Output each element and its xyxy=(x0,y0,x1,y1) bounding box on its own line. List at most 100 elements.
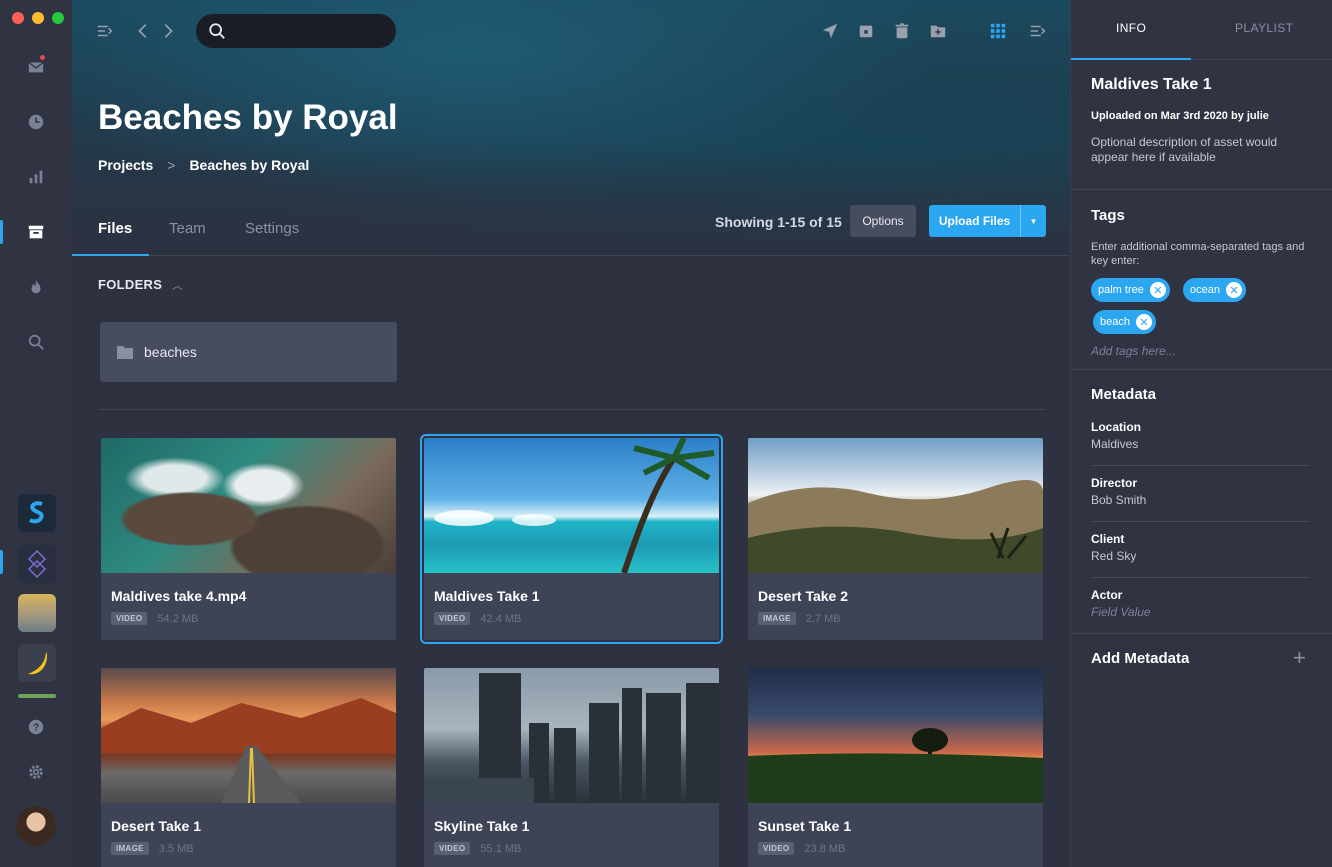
file-type-badge: VIDEO xyxy=(434,612,471,625)
app-tile-s[interactable] xyxy=(18,494,56,532)
tag-chip[interactable]: palm tree ✕ xyxy=(1091,278,1170,302)
file-type-badge: VIDEO xyxy=(758,842,795,855)
help-icon[interactable]: ? xyxy=(26,717,46,737)
file-type-badge: VIDEO xyxy=(434,842,471,855)
app-window: ? Beaches by Royal Projects > Beaches by… xyxy=(0,0,1332,867)
remove-tag-icon[interactable]: ✕ xyxy=(1225,282,1242,298)
panel-divider xyxy=(1071,369,1332,370)
metadata-field[interactable]: Director Bob Smith xyxy=(1091,476,1310,507)
tab-info[interactable]: INFO xyxy=(1116,21,1146,35)
list-panel-icon[interactable] xyxy=(1027,20,1049,42)
file-type-badge: IMAGE xyxy=(758,612,796,625)
file-card[interactable]: Desert Take 2 IMAGE 2.7 MB xyxy=(748,438,1043,640)
upload-files-label: Upload Files xyxy=(938,214,1011,228)
file-name: Maldives Take 1 xyxy=(434,588,540,604)
add-metadata-label[interactable]: Add Metadata xyxy=(1091,650,1189,667)
panel-divider xyxy=(1071,189,1332,190)
close-window-button[interactable] xyxy=(12,12,24,24)
bar-chart-icon[interactable] xyxy=(26,167,46,187)
folder-icon xyxy=(117,346,133,359)
metadata-key: Actor xyxy=(1091,588,1123,602)
search-icon xyxy=(209,23,225,39)
metadata-field[interactable]: Client Red Sky xyxy=(1091,532,1310,563)
app-tile-photo[interactable] xyxy=(18,594,56,632)
panel-tab-underline xyxy=(1071,58,1191,60)
clock-icon[interactable] xyxy=(26,112,46,132)
metadata-divider xyxy=(1091,577,1310,578)
send-icon[interactable] xyxy=(819,20,841,42)
file-name: Desert Take 1 xyxy=(111,818,202,834)
caret-down-icon[interactable]: ▼ xyxy=(1020,205,1046,237)
metadata-divider xyxy=(1091,521,1310,522)
metadata-field[interactable]: Actor Field Value xyxy=(1091,588,1310,619)
file-type-badge: IMAGE xyxy=(111,842,149,855)
upload-files-button[interactable]: Upload Files ▼ xyxy=(929,205,1046,237)
page-title: Beaches by Royal xyxy=(98,98,398,137)
metadata-value[interactable]: Bob Smith xyxy=(1091,493,1310,507)
trash-icon[interactable] xyxy=(891,20,913,42)
archive-icon[interactable] xyxy=(26,222,46,242)
archive-box-icon[interactable] xyxy=(855,20,877,42)
file-card-selected[interactable]: Maldives Take 1 VIDEO 42.4 MB xyxy=(420,434,723,644)
app-tile-lattice[interactable] xyxy=(18,545,56,583)
metadata-value[interactable]: Red Sky xyxy=(1091,549,1310,563)
metadata-divider xyxy=(1091,465,1310,466)
plus-icon[interactable]: + xyxy=(1293,647,1306,669)
forward-icon[interactable] xyxy=(157,20,179,42)
tag-chip[interactable]: ocean ✕ xyxy=(1183,278,1246,302)
back-icon[interactable] xyxy=(132,20,154,42)
tab-files[interactable]: Files xyxy=(98,220,132,237)
remove-tag-icon[interactable]: ✕ xyxy=(1149,282,1166,298)
file-name: Sunset Take 1 xyxy=(758,818,852,834)
panel-tabs: INFO PLAYLIST xyxy=(1071,0,1332,60)
metadata-title: Metadata xyxy=(1091,386,1157,403)
tab-team[interactable]: Team xyxy=(169,220,206,237)
file-type-badge: VIDEO xyxy=(111,612,148,625)
file-thumbnail xyxy=(101,438,396,573)
metadata-key: Location xyxy=(1091,420,1141,434)
file-card[interactable]: Skyline Take 1 VIDEO 55.1 MB xyxy=(424,668,719,867)
grid-view-icon[interactable] xyxy=(987,20,1009,42)
folder-item[interactable]: beaches xyxy=(100,322,397,382)
tag-chip[interactable]: beach ✕ xyxy=(1093,310,1156,334)
breadcrumb-projects[interactable]: Projects xyxy=(98,157,153,173)
file-card[interactable]: Maldives take 4.mp4 VIDEO 54.2 MB xyxy=(101,438,396,640)
file-thumbnail xyxy=(101,668,396,803)
tab-bar: Files Team Settings Showing 1-15 of 15 O… xyxy=(72,204,1070,256)
tab-settings[interactable]: Settings xyxy=(245,220,299,237)
file-thumbnail xyxy=(748,668,1043,803)
search-input[interactable] xyxy=(234,23,384,39)
app-tile-partial[interactable] xyxy=(18,694,56,698)
options-button[interactable]: Options xyxy=(850,205,916,237)
file-size: 3.5 MB xyxy=(158,842,194,855)
remove-tag-icon[interactable]: ✕ xyxy=(1135,314,1152,330)
active-indicator xyxy=(0,220,3,244)
minimize-window-button[interactable] xyxy=(32,12,44,24)
search-bar[interactable] xyxy=(196,14,396,48)
metadata-value-placeholder[interactable]: Field Value xyxy=(1091,605,1310,619)
collapse-sidebar-icon[interactable] xyxy=(94,20,116,42)
maximize-window-button[interactable] xyxy=(52,12,64,24)
notification-dot xyxy=(38,53,47,62)
metadata-field[interactable]: Location Maldives xyxy=(1091,420,1310,451)
file-card[interactable]: Desert Take 1 IMAGE 3.5 MB xyxy=(101,668,396,867)
flame-icon[interactable] xyxy=(26,277,46,297)
new-folder-icon[interactable] xyxy=(927,20,949,42)
user-avatar[interactable] xyxy=(16,806,56,846)
tags-title: Tags xyxy=(1091,207,1125,224)
add-tags-input[interactable] xyxy=(1091,344,1311,358)
chevron-up-icon[interactable]: ︿ xyxy=(172,277,182,292)
top-toolbar xyxy=(72,14,1070,48)
file-card[interactable]: Sunset Take 1 VIDEO 23.8 MB xyxy=(748,668,1043,867)
metadata-key: Director xyxy=(1091,476,1138,490)
metadata-value[interactable]: Maldives xyxy=(1091,437,1310,451)
app-tile-banana[interactable] xyxy=(18,644,56,682)
tab-playlist[interactable]: PLAYLIST xyxy=(1235,21,1293,35)
gear-icon[interactable] xyxy=(26,762,46,782)
folders-header[interactable]: FOLDERS ︿ xyxy=(98,277,183,292)
file-thumbnail xyxy=(424,438,719,573)
search-icon[interactable] xyxy=(26,332,46,352)
file-size: 42.4 MB xyxy=(480,612,522,625)
tag-label: ocean xyxy=(1190,284,1220,296)
metadata-key: Client xyxy=(1091,532,1125,546)
